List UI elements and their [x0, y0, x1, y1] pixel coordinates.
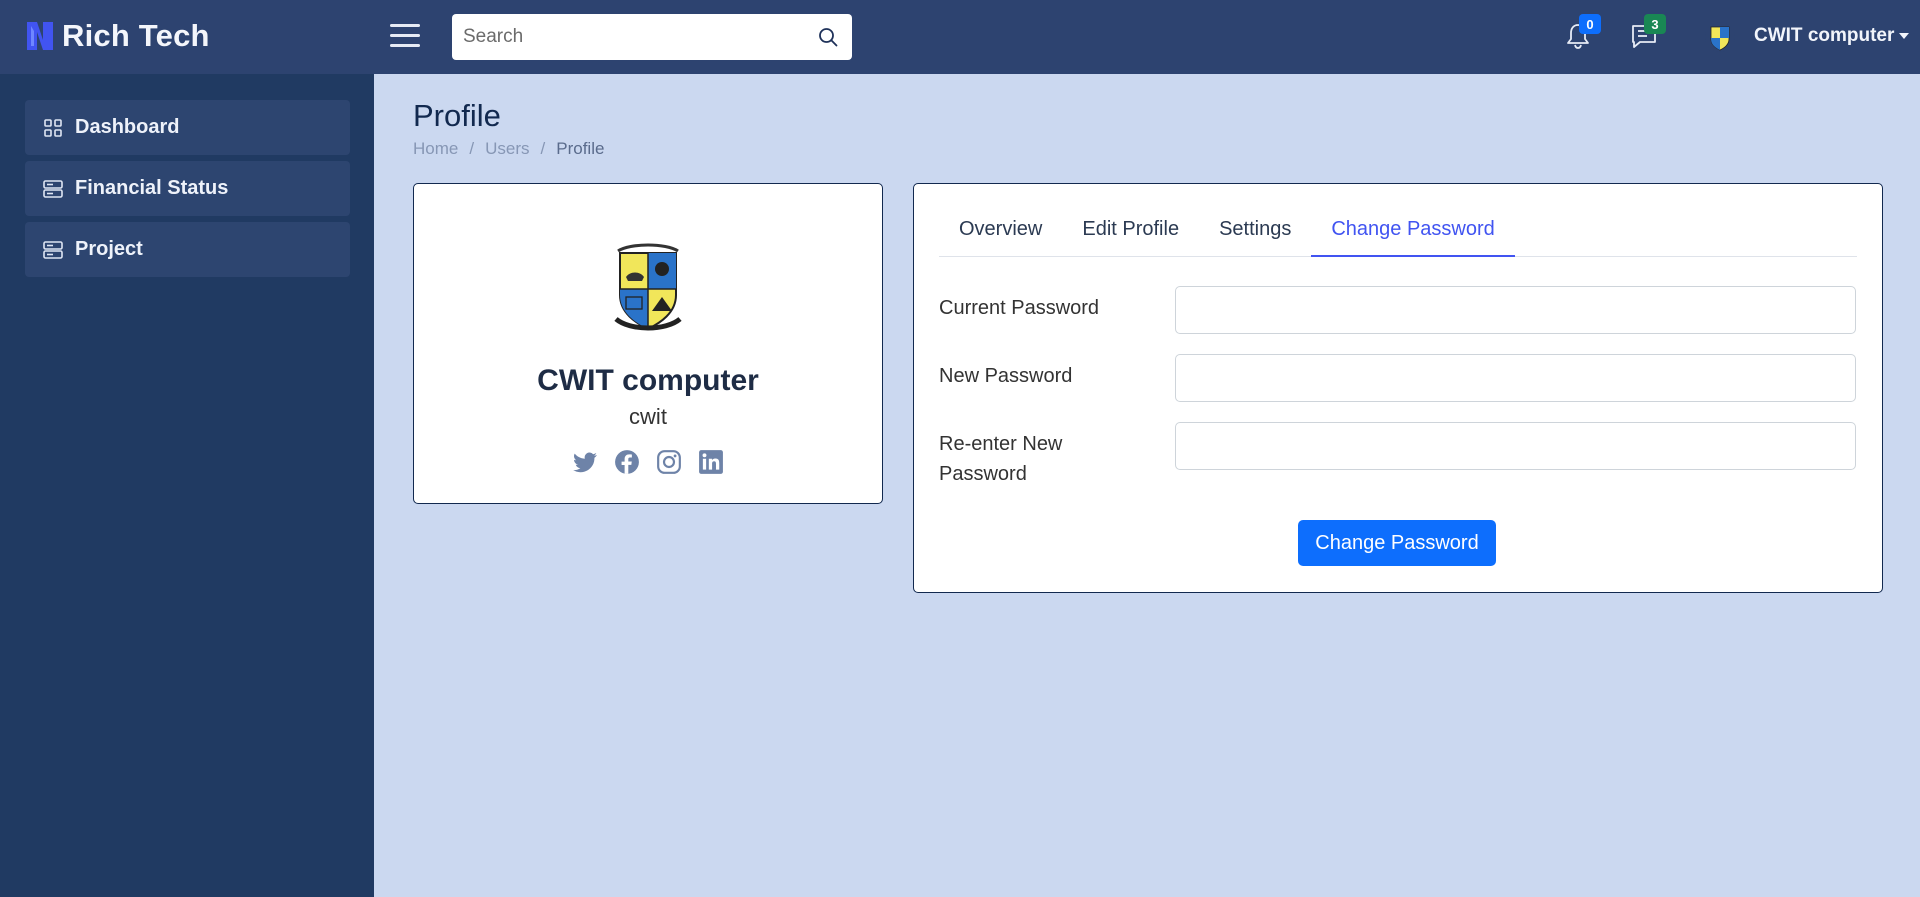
caret-down-icon — [1899, 33, 1910, 39]
current-password-row: Current Password — [939, 286, 1857, 334]
profile-username: cwit — [629, 404, 667, 429]
search-form — [452, 14, 852, 60]
new-password-label: New Password — [939, 365, 1073, 387]
page-title: Profile — [413, 98, 501, 133]
instagram-icon[interactable] — [656, 449, 682, 475]
sidebar-item-label: Dashboard — [75, 116, 180, 138]
logo-icon — [27, 22, 53, 50]
search-input[interactable] — [452, 14, 804, 60]
new-password-row: New Password — [939, 354, 1857, 402]
hamburger-icon-bar — [390, 44, 420, 47]
sidebar: Dashboard Financial Status Project — [0, 74, 374, 897]
hamburger-icon-bar — [390, 24, 420, 27]
breadcrumb-users[interactable]: Users — [485, 139, 529, 159]
messages-count-badge: 3 — [1644, 14, 1666, 34]
notifications-count-badge: 0 — [1579, 14, 1601, 34]
user-name: CWIT computer — [1754, 25, 1895, 46]
sidebar-item-financial-status[interactable]: Financial Status — [25, 161, 350, 216]
sidebar-item-label: Financial Status — [75, 177, 229, 199]
tab-settings[interactable]: Settings — [1199, 214, 1311, 257]
breadcrumb-separator: / — [469, 139, 475, 158]
messages-button[interactable]: 3 — [1630, 14, 1666, 52]
current-password-label: Current Password — [939, 297, 1100, 319]
change-password-card: Overview Edit Profile Settings Change Pa… — [913, 183, 1883, 593]
top-header: Rich Tech 0 3 — [0, 0, 1920, 74]
twitter-icon[interactable] — [572, 449, 598, 475]
brand-logo[interactable]: Rich Tech — [24, 18, 210, 54]
breadcrumb-separator: / — [540, 139, 546, 158]
new-password-field[interactable] — [1175, 354, 1856, 402]
brand-name: Rich Tech — [62, 18, 210, 53]
server-icon — [43, 179, 63, 198]
notifications-button[interactable]: 0 — [1565, 14, 1601, 52]
user-dropdown-toggle[interactable]: CWIT computer — [1754, 25, 1910, 47]
renew-password-label-line1: Re-enter New — [939, 433, 1063, 455]
sidebar-item-label: Project — [75, 238, 143, 260]
sidebar-item-project[interactable]: Project — [25, 222, 350, 277]
renew-password-label-line2: Password — [939, 463, 1027, 485]
social-links — [414, 449, 882, 475]
search-button[interactable] — [804, 14, 852, 60]
school-crest-image — [614, 243, 682, 331]
hamburger-icon-bar — [390, 34, 420, 37]
renew-password-field[interactable] — [1175, 422, 1856, 470]
tab-edit-profile[interactable]: Edit Profile — [1062, 214, 1199, 257]
current-password-field[interactable] — [1175, 286, 1856, 334]
facebook-icon[interactable] — [614, 449, 640, 475]
avatar[interactable] — [1704, 21, 1736, 53]
profile-tabs: Overview Edit Profile Settings Change Pa… — [939, 214, 1857, 257]
profile-card: CWIT computer cwit — [413, 183, 883, 504]
renew-password-label: Re-enter New Password — [939, 422, 1175, 489]
breadcrumb-current: Profile — [556, 139, 605, 158]
sidebar-toggle-button[interactable] — [390, 24, 420, 50]
server-icon — [43, 240, 63, 259]
profile-name: CWIT computer — [537, 364, 759, 397]
linkedin-icon[interactable] — [698, 449, 724, 475]
renew-password-row: Re-enter New Password — [939, 422, 1857, 489]
sidebar-item-dashboard[interactable]: Dashboard — [25, 100, 350, 155]
tab-change-password[interactable]: Change Password — [1311, 214, 1515, 257]
breadcrumb: Home / Users / Profile — [413, 139, 604, 159]
change-password-button[interactable]: Change Password — [1298, 520, 1496, 566]
search-icon — [819, 28, 838, 47]
tab-overview[interactable]: Overview — [939, 214, 1062, 257]
grid-icon — [44, 118, 62, 137]
breadcrumb-home[interactable]: Home — [413, 139, 458, 159]
